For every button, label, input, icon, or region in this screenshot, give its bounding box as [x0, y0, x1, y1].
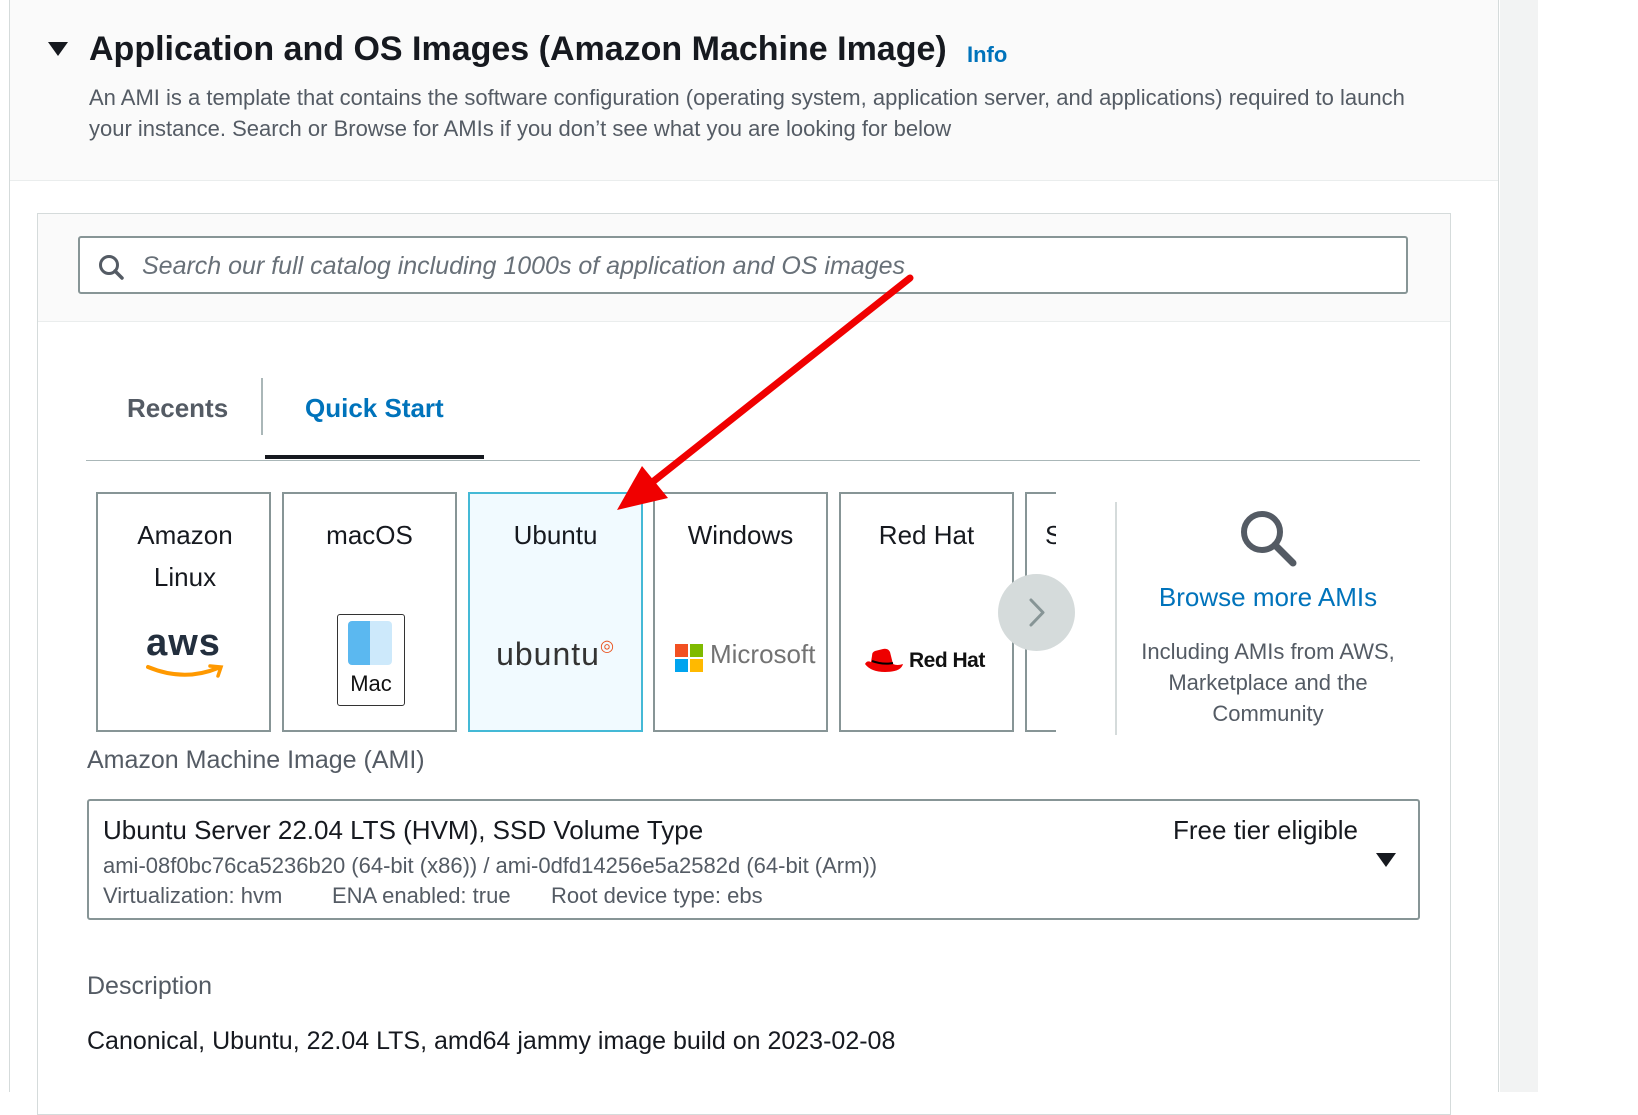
mac-finder-icon: Mac [337, 614, 405, 706]
chevron-right-icon [1029, 598, 1045, 627]
ami-ids: ami-08f0bc76ca5236b20 (64-bit (x86)) / a… [103, 853, 878, 878]
tabs-divider-line [86, 460, 1420, 461]
ubuntu-logo: ubuntu◎ [496, 636, 615, 672]
ami-virtualization: Virtualization: hvm [103, 883, 283, 908]
description-label: Description [87, 972, 213, 1000]
tile-label: S [1045, 514, 1056, 556]
mac-logo-text: Mac [350, 671, 392, 696]
search-icon [99, 255, 124, 280]
description-value: Canonical, Ubuntu, 22.04 LTS, amd64 jamm… [87, 1027, 896, 1055]
aws-smile-icon [146, 664, 224, 678]
page-scrollbar[interactable] [1500, 0, 1538, 1092]
tile-red-hat[interactable]: Red Hat Red Hat [839, 492, 1014, 732]
carousel-next-button[interactable] [998, 574, 1075, 651]
red-hat-icon [865, 648, 903, 672]
tile-label: Amazon Linux [137, 520, 233, 592]
tile-label: Ubuntu [513, 520, 598, 550]
tile-label: Windows [687, 520, 794, 550]
tile-label: Red Hat [878, 520, 975, 550]
chevron-down-icon [1376, 853, 1396, 867]
tab-divider [261, 378, 263, 435]
aws-logo: aws [146, 622, 221, 664]
red-hat-logo-text: Red Hat [909, 649, 985, 672]
search-placeholder: Search our full catalog including 1000s … [142, 252, 905, 280]
microsoft-logo-icon [675, 644, 703, 672]
tile-label: macOS [326, 520, 413, 550]
ami-ena: ENA enabled: true [332, 883, 511, 908]
tab-quick-start[interactable]: Quick Start [305, 393, 444, 424]
free-tier-badge: Free tier eligible [1173, 815, 1358, 845]
browse-more-amis-link[interactable]: Browse more AMIs [1117, 582, 1419, 613]
tile-ubuntu[interactable]: Ubuntu ubuntu◎ [468, 492, 643, 732]
tile-windows[interactable]: Windows Microsoft [653, 492, 828, 732]
browse-subtitle: Including AMIs from AWS, Marketplace and… [1141, 639, 1395, 726]
collapse-caret-icon[interactable] [48, 42, 68, 56]
info-link[interactable]: Info [967, 42, 1007, 68]
ami-root-device: Root device type: ebs [551, 883, 763, 908]
ami-select-label: Amazon Machine Image (AMI) [87, 746, 425, 774]
ami-selected-name: Ubuntu Server 22.04 LTS (HVM), SSD Volum… [103, 815, 704, 845]
browse-search-icon[interactable] [1238, 508, 1298, 568]
section-description: An AMI is a template that contains the s… [89, 85, 1405, 141]
ami-search-input[interactable]: Search our full catalog including 1000s … [78, 236, 1408, 294]
section-header: Application and OS Images (Amazon Machin… [10, 0, 1498, 181]
tile-macos[interactable]: macOS Mac [282, 492, 457, 732]
active-tab-indicator [265, 455, 484, 459]
ami-select-dropdown[interactable]: Ubuntu Server 22.04 LTS (HVM), SSD Volum… [87, 799, 1420, 920]
microsoft-logo-text: Microsoft [710, 639, 816, 669]
tile-amazon-linux[interactable]: Amazon Linux aws [96, 492, 271, 732]
section-title: Application and OS Images (Amazon Machin… [89, 30, 947, 68]
tab-recents[interactable]: Recents [127, 393, 228, 424]
search-area: Search our full catalog including 1000s … [38, 214, 1450, 322]
